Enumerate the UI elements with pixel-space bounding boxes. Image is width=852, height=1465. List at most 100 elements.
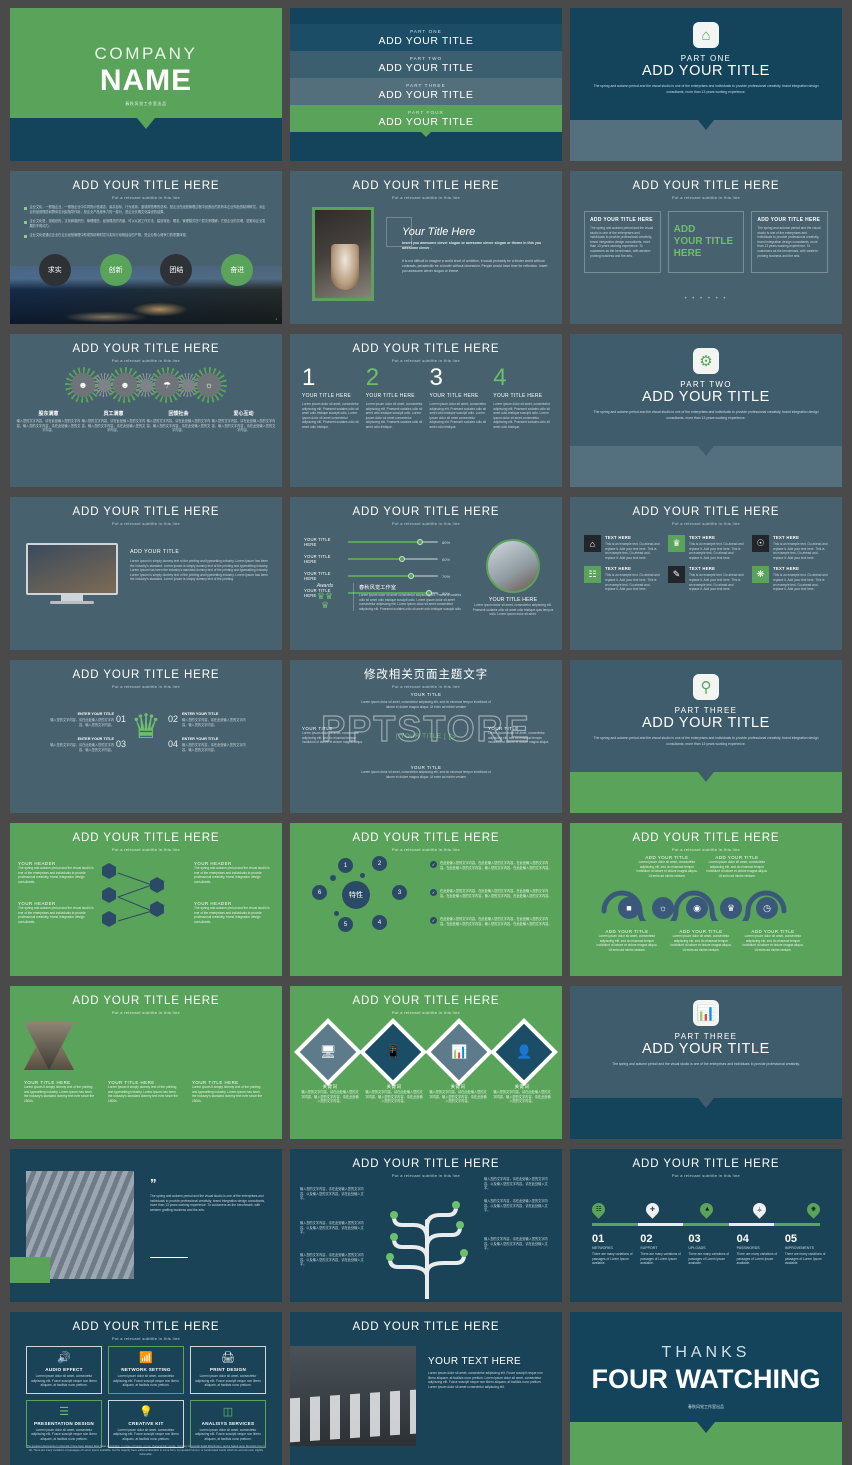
slide-thumbnail-sliders[interactable]: ADD YOUR TITLE HERE Put a relevant subti…: [290, 497, 562, 650]
slide-thumbnail-watermark[interactable]: 修改相关页面主题文字 Put a relevant subtitle in th…: [290, 660, 562, 813]
slider-knob[interactable]: [408, 572, 414, 579]
diamond-tile[interactable]: 🖥: [299, 1023, 357, 1081]
slide-thumbnail-section-three[interactable]: ⚲ PART THREE ADD YOUR TITLE The spring a…: [570, 660, 842, 813]
slide-thumbnail-three-boxes[interactable]: ADD YOUR TITLE HERE Put a relevant subti…: [570, 171, 842, 324]
bubble-node[interactable]: 5: [338, 917, 353, 932]
page-title: ADD YOUR TITLE HERE: [632, 506, 780, 518]
value-circle[interactable]: 创新: [99, 254, 132, 286]
wave-node[interactable]: ♛: [720, 897, 742, 919]
bubble-node[interactable]: 6: [312, 885, 327, 900]
section-arrow: [698, 772, 714, 782]
bubble-node[interactable]: 2: [372, 856, 387, 871]
slide-thumbnail-triangle-photos[interactable]: ADD YOUR TITLE HERE Put a relevant subti…: [10, 986, 282, 1139]
service-box[interactable]: ◫ ANALISYS SERVICES Lorem ipsum dolor sit …: [190, 1399, 266, 1448]
info-box-highlight[interactable]: ADD YOUR TITLE HERE: [667, 211, 745, 273]
upload-icon[interactable]: ▲: [696, 1200, 716, 1219]
slider-value: 60%: [442, 556, 451, 562]
section-body: The spring and autumn period and the vis…: [593, 736, 819, 746]
wave-node[interactable]: ◷: [756, 897, 778, 919]
info-box[interactable]: ADD YOUR TITLE HERE The spring and autum…: [584, 211, 661, 273]
service-box[interactable]: 💡 CREATIVE KIT Lorem ipsum dolor sit amet,…: [108, 1399, 184, 1448]
wave-node[interactable]: ☼: [652, 897, 674, 919]
support-icon[interactable]: ✚: [643, 1200, 662, 1219]
tree-caption: 输入您的文字内容，请在此处输入您的文字内容，以及输入您的文字内容，请在此处输入文…: [484, 1199, 552, 1213]
slide-thumbnail-section-two[interactable]: ⚙ PART TWO ADD YOUR TITLE The spring and…: [570, 334, 842, 487]
tools-icon[interactable]: ❋: [804, 1200, 823, 1219]
slide-thumbnail-six-tiles[interactable]: ADD YOUR TITLE HERE Put a relevant subti…: [570, 497, 842, 650]
slide-thumbnail-service-boxes[interactable]: ADD YOUR TITLE HERE Put a relevant subti…: [10, 1312, 282, 1465]
slide-thumbnail-tree[interactable]: ADD YOUR TITLE HERE Put a relevant subti…: [290, 1149, 562, 1302]
slider-knob[interactable]: [399, 555, 405, 562]
slide-thumbnail-pin-timeline[interactable]: ADD YOUR TITLE HERE Put a relevant subti…: [570, 1149, 842, 1302]
slide-thumbnail-hex-flow[interactable]: ADD YOUR TITLE HERE Put a relevant subti…: [10, 823, 282, 976]
bubble-node[interactable]: 4: [372, 915, 387, 930]
slider-track[interactable]: [348, 538, 438, 545]
bubble-dot: [360, 873, 365, 878]
bubble-node[interactable]: 3: [392, 885, 407, 900]
page-title: ADD YOUR TITLE HERE: [352, 995, 500, 1007]
icon-tile[interactable]: ✎ TEXT HERE This is an example text. Go ah…: [668, 566, 744, 591]
page-title: ADD YOUR TITLE HERE: [72, 506, 220, 518]
slide-thumbnail-cover[interactable]: COMPANY NAME 春秋风觉工作室出品: [10, 8, 282, 161]
slide-thumbnail-gears[interactable]: ADD YOUR TITLE HERE Put a relevant subti…: [10, 334, 282, 487]
slide-thumbnail-monitor[interactable]: ADD YOUR TITLE HERE Put a relevant subti…: [10, 497, 282, 650]
agenda-band-2[interactable]: PART TWO ADD YOUR TITLE: [290, 51, 562, 83]
agenda-band-4[interactable]: PART FOUR ADD YOUR TITLE: [290, 105, 562, 137]
slide-thumbnail-trophy[interactable]: ADD YOUR TITLE HERE Put a relevant subti…: [10, 660, 282, 813]
diamond-tile[interactable]: 📊: [430, 1023, 487, 1081]
icon-tile[interactable]: ♛ TEXT HERE This is an example text. Go ah…: [668, 535, 744, 560]
slider-row[interactable]: YOUR TITLE HERE 60%: [304, 554, 456, 564]
bubble-node[interactable]: 1: [338, 858, 353, 873]
slider-row[interactable]: YOUR TITLE HERE 80%: [304, 537, 456, 547]
icon-tile[interactable]: ☉ TEXT HERE This is an example text. Go ah…: [752, 535, 828, 560]
video-placeholder[interactable]: [ YOUR TITLE ] ▷: [378, 730, 474, 743]
value-circle[interactable]: 奋进: [221, 254, 254, 286]
box-body: Lorem ipsum dolor sit amet, consectetur …: [113, 1427, 179, 1441]
slide-thumbnail-diamonds[interactable]: ADD YOUR TITLE HERE Put a relevant subti…: [290, 986, 562, 1139]
pagination-dots[interactable]: • • • • • •: [570, 296, 842, 302]
slide-thumbnail-photo-text[interactable]: ADD YOUR TITLE HERE Put a relevant subti…: [290, 171, 562, 324]
tree-diagram: [386, 1201, 468, 1299]
info-box[interactable]: ADD YOUR TITLE HERE The spring and autum…: [751, 211, 829, 273]
agenda-band-1[interactable]: PART ONE ADD YOUR TITLE: [290, 24, 562, 56]
slide-thumbnail-agenda[interactable]: PART ONE ADD YOUR TITLE PART TWO ADD YOU…: [290, 8, 562, 161]
bullet-dot: [24, 221, 27, 224]
agenda-band-3[interactable]: PART THREE ADD YOUR TITLE: [290, 78, 562, 110]
service-box[interactable]: 🔊 AUDIO EFFECT Lorem ipsum dolor sit amet,…: [26, 1346, 102, 1394]
wave-node[interactable]: ◉: [686, 897, 708, 919]
slide-thumbnail-crosswalk[interactable]: ADD YOUR TITLE HERE YOUR TEXT HERE Lorem…: [290, 1312, 562, 1465]
item-heading: ENTER YOUR TITLE: [182, 737, 219, 741]
service-box[interactable]: ☰ PRESENTATION DESIGN Lorem ipsum dolor si…: [26, 1399, 102, 1448]
wave-node[interactable]: ■: [618, 897, 640, 919]
hex-caption: YOUR HEADER The spring and autumn period …: [194, 901, 274, 924]
slide-thumbnail-section-one[interactable]: ⌂ PART ONE ADD YOUR TITLE The spring and…: [570, 8, 842, 161]
service-box[interactable]: 🖨 PRINT DESIGN Lorem ipsum dolor sit amet,…: [190, 1346, 266, 1394]
slide-thumbnail-wave-timeline[interactable]: ADD YOUR TITLE HERE Put a relevant subti…: [570, 823, 842, 976]
icon-tile[interactable]: ❋ TEXT HERE This is an example text. Go ah…: [752, 566, 828, 591]
box-label: CREATIVE KIT: [128, 1420, 164, 1426]
icon-tile[interactable]: ⌂ TEXT HERE This is an example text. Go ah…: [584, 535, 660, 560]
play-icon[interactable]: ▷: [449, 731, 456, 742]
value-circle[interactable]: 求实: [38, 254, 71, 286]
slide-thumbnail-thanks[interactable]: THANKS FOUR WATCHING 春秋风觉工作室出品: [570, 1312, 842, 1465]
slider-track[interactable]: [348, 555, 438, 562]
slide-thumbnail-numbers[interactable]: ADD YOUR TITLE HERE Put a relevant subti…: [290, 334, 562, 487]
block-title: Your Title Here: [402, 226, 476, 238]
diamond-tile[interactable]: 👤: [495, 1023, 553, 1081]
service-box[interactable]: 📶 NETWORK SETTING Lorem ipsum dolor sit am…: [108, 1346, 184, 1394]
slide-thumbnail-section-three-b[interactable]: 📊 PART THREE ADD YOUR TITLE The spring a…: [570, 986, 842, 1139]
slider-row[interactable]: YOUR TITLE HERE 70%: [304, 571, 456, 581]
diamond-tile[interactable]: 📱: [365, 1023, 422, 1081]
network-icon[interactable]: ☷: [589, 1200, 608, 1219]
tree-caption: 输入您的文字内容，请在此处输入您的文字内容，以及输入您的文字内容，请在此处输入文…: [300, 1253, 368, 1267]
slider-knob[interactable]: [417, 538, 423, 545]
check-icon: ✓: [430, 889, 437, 896]
slider-track[interactable]: [348, 572, 438, 579]
slide-thumbnail-bullets-city[interactable]: ADD YOUR TITLE HERE Put a relevant subti…: [10, 171, 282, 324]
wifi-icon: 📶: [139, 1352, 153, 1364]
slide-thumbnail-bubbles[interactable]: ADD YOUR TITLE HERE Put a relevant subti…: [290, 823, 562, 976]
value-circle[interactable]: 团结: [160, 254, 193, 286]
icon-tile[interactable]: ☷ TEXT HERE This is an example text. Go ah…: [584, 566, 660, 591]
key-icon[interactable]: ⚶: [750, 1200, 769, 1219]
slide-thumbnail-building-quote[interactable]: ” The spring and autumn period and the v…: [10, 1149, 282, 1302]
